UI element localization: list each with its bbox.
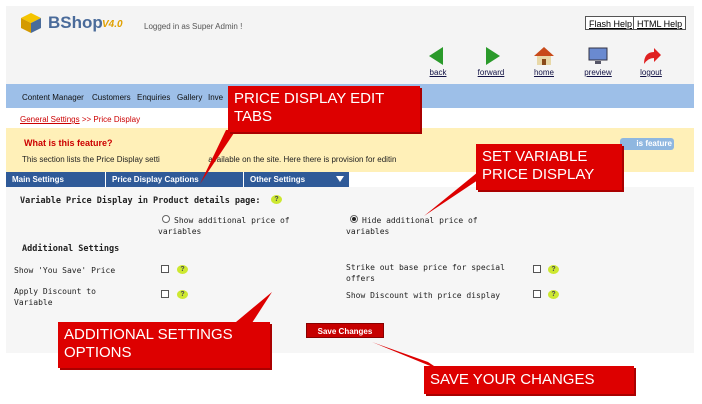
callout-edit-tabs: PRICE DISPLAY EDIT TABS <box>228 86 420 132</box>
callout-variable-price: SET VARIABLE PRICE DISPLAY <box>476 144 622 190</box>
additional-callout-arrow <box>236 292 272 326</box>
callout-additional-settings: ADDITIONAL SETTINGS OPTIONS <box>58 322 270 368</box>
tabs-callout-arrow <box>200 130 236 184</box>
callout-save-changes: SAVE YOUR CHANGES <box>424 366 634 394</box>
